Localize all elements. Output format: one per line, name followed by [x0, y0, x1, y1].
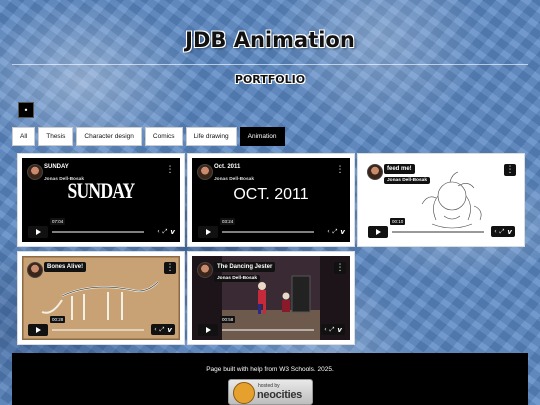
badge-big-text: neocities	[257, 389, 302, 401]
play-icon	[205, 327, 211, 333]
tab-character-design[interactable]: Character design	[76, 127, 142, 146]
avatar	[27, 164, 43, 180]
progress-track[interactable]	[222, 231, 314, 233]
avatar	[197, 164, 213, 180]
play-icon	[35, 327, 41, 333]
share-icon[interactable]: ‹	[157, 228, 159, 235]
video-author[interactable]: Jonas Dell-Bosak	[384, 177, 430, 184]
fullscreen-icon[interactable]: ⤢	[500, 228, 505, 236]
video-author[interactable]: Jonas Dell-Bosak	[44, 177, 84, 182]
video-card-feed-me: feed me! Jonas Dell-Bosak ⋮ 00:10 ‹ ⤢ v	[358, 154, 524, 246]
tab-all[interactable]: All	[12, 127, 36, 146]
play-button[interactable]	[28, 324, 48, 336]
video-card-bones-alive: Bones Alive! ⋮ 00:28 ‹ ⤢ v	[18, 252, 184, 344]
play-button[interactable]	[368, 226, 388, 238]
fullscreen-icon[interactable]: ⤢	[333, 228, 338, 236]
play-icon	[205, 229, 211, 235]
tab-comics[interactable]: Comics	[144, 127, 183, 146]
menu-dot-icon: •	[23, 105, 29, 115]
player-controls: ‹ ⤢ v	[151, 324, 175, 335]
player-controls: ‹ ⤢ v	[491, 226, 515, 237]
category-tabs: All Thesis Character design Comics Life …	[12, 127, 285, 146]
avatar	[197, 262, 213, 278]
progress-track[interactable]	[222, 329, 314, 331]
video-time: 00:28	[50, 316, 66, 323]
section-title: PORTFOLIO	[234, 73, 306, 86]
share-icon[interactable]: ‹	[494, 228, 496, 235]
tab-life-drawing[interactable]: Life drawing	[185, 127, 237, 146]
video-time: 00:58	[220, 316, 236, 323]
video-title[interactable]: Bones Alive!	[44, 262, 87, 272]
player-controls: ‹ ⤢ v	[157, 226, 175, 237]
vimeo-logo-icon[interactable]: v	[507, 228, 512, 236]
neocities-cat-icon	[233, 382, 255, 404]
video-author[interactable]: Jonas Dell-Bosak	[214, 177, 254, 182]
video-title[interactable]: Oct. 2011	[214, 164, 240, 170]
video-player[interactable]: OCT. 2011 Oct. 2011 Jonas Dell-Bosak ⋮ 0…	[192, 158, 350, 242]
more-dots-icon[interactable]: ⋮	[334, 164, 346, 176]
video-player[interactable]: feed me! Jonas Dell-Bosak ⋮ 00:10 ‹ ⤢ v	[362, 158, 520, 242]
footer: Page built with help from W3 Schools. 20…	[12, 353, 528, 405]
video-title[interactable]: feed me!	[384, 164, 415, 174]
avatar	[27, 262, 43, 278]
play-button[interactable]	[198, 324, 218, 336]
video-author[interactable]: Jonas Dell-Bosak	[214, 275, 260, 282]
video-player[interactable]: SUNDAY SUNDAY Jonas Dell-Bosak ⋮ 07:04 ‹…	[22, 158, 180, 242]
video-player[interactable]: Bones Alive! ⋮ 00:28 ‹ ⤢ v	[22, 256, 180, 340]
neocities-badge[interactable]: hosted by neocities	[228, 379, 313, 405]
video-time: 03:24	[220, 218, 236, 225]
site-title: JDB Animation	[185, 28, 355, 52]
video-player[interactable]: The Dancing Jester Jonas Dell-Bosak ⋮ 00…	[192, 256, 350, 340]
menu-button[interactable]: •	[18, 102, 34, 118]
avatar	[367, 164, 383, 180]
share-icon[interactable]: ‹	[327, 228, 329, 235]
progress-track[interactable]	[52, 329, 144, 331]
more-dots-icon[interactable]: ⋮	[504, 164, 516, 176]
more-dots-icon[interactable]: ⋮	[334, 262, 346, 274]
more-dots-icon[interactable]: ⋮	[164, 262, 176, 274]
video-card-dancing-jester: The Dancing Jester Jonas Dell-Bosak ⋮ 00…	[188, 252, 354, 344]
player-controls: ‹ ⤢ v	[321, 324, 345, 335]
player-controls: ‹ ⤢ v	[327, 226, 345, 237]
vimeo-logo-icon[interactable]: v	[170, 228, 175, 236]
footer-text: Page built with help from W3 Schools. 20…	[206, 366, 334, 373]
fullscreen-icon[interactable]: ⤢	[160, 326, 165, 334]
video-time: 07:04	[50, 218, 66, 225]
video-card-sunday: SUNDAY SUNDAY Jonas Dell-Bosak ⋮ 07:04 ‹…	[18, 154, 184, 246]
more-dots-icon[interactable]: ⋮	[164, 164, 176, 176]
video-card-oct-2011: OCT. 2011 Oct. 2011 Jonas Dell-Bosak ⋮ 0…	[188, 154, 354, 246]
tab-thesis[interactable]: Thesis	[38, 127, 74, 146]
progress-track[interactable]	[52, 231, 144, 233]
video-frame-text: OCT. 2011	[233, 186, 309, 203]
vimeo-logo-icon[interactable]: v	[340, 228, 345, 236]
vimeo-logo-icon[interactable]: v	[337, 326, 342, 334]
play-button[interactable]	[198, 226, 218, 238]
progress-track[interactable]	[392, 231, 484, 233]
share-icon[interactable]: ‹	[324, 326, 326, 333]
fullscreen-icon[interactable]: ⤢	[163, 228, 168, 236]
divider	[12, 64, 528, 65]
fullscreen-icon[interactable]: ⤢	[330, 326, 335, 334]
share-icon[interactable]: ‹	[154, 326, 156, 333]
play-button[interactable]	[28, 226, 48, 238]
play-icon	[35, 229, 41, 235]
vimeo-logo-icon[interactable]: v	[167, 326, 172, 334]
video-title[interactable]: SUNDAY	[44, 164, 69, 170]
play-icon	[375, 229, 381, 235]
video-time: 00:10	[390, 218, 406, 225]
video-title[interactable]: The Dancing Jester	[214, 262, 276, 272]
tab-animation[interactable]: Animation	[239, 127, 285, 146]
